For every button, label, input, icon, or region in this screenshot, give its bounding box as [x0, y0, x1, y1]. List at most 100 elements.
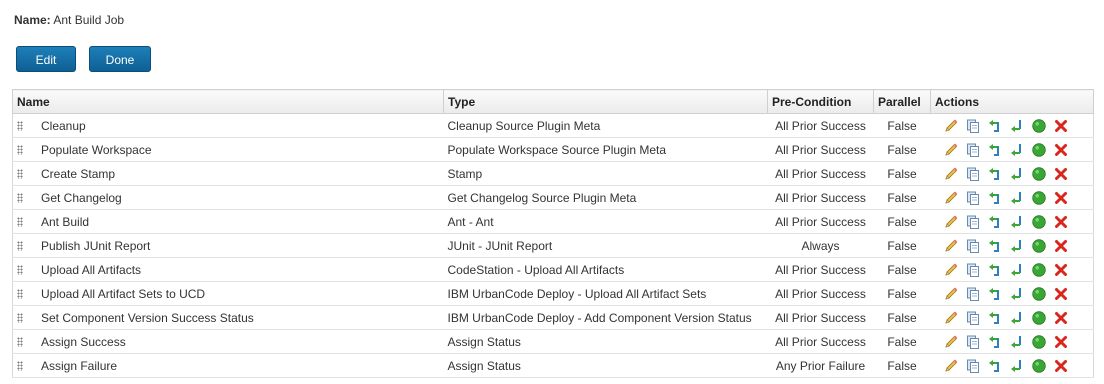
insert-before-icon[interactable] [987, 142, 1003, 158]
pencil-icon[interactable] [943, 334, 959, 350]
red-x-icon[interactable] [1053, 238, 1069, 254]
green-circle-icon[interactable] [1031, 238, 1047, 254]
insert-before-icon[interactable] [987, 286, 1003, 302]
insert-before-icon[interactable] [987, 118, 1003, 134]
red-x-icon[interactable] [1053, 286, 1069, 302]
drag-handle-icon[interactable] [17, 169, 23, 180]
green-circle-icon[interactable] [1031, 334, 1047, 350]
red-x-icon[interactable] [1053, 334, 1069, 350]
copy-icon[interactable] [965, 142, 981, 158]
insert-after-icon[interactable] [1009, 214, 1025, 230]
copy-icon[interactable] [965, 286, 981, 302]
step-name[interactable]: Assign Success [41, 335, 126, 349]
insert-after-icon[interactable] [1009, 118, 1025, 134]
copy-icon[interactable] [965, 118, 981, 134]
step-name[interactable]: Cleanup [41, 119, 86, 133]
insert-before-icon[interactable] [987, 238, 1003, 254]
step-name[interactable]: Upload All Artifact Sets to UCD [41, 287, 205, 301]
green-circle-icon[interactable] [1031, 190, 1047, 206]
step-name[interactable]: Create Stamp [41, 167, 115, 181]
step-name[interactable]: Populate Workspace [41, 143, 152, 157]
insert-before-icon[interactable] [987, 262, 1003, 278]
drag-handle-icon[interactable] [17, 121, 23, 132]
pencil-icon[interactable] [943, 238, 959, 254]
column-header-precondition[interactable]: Pre-Condition [767, 89, 874, 114]
drag-handle-icon[interactable] [17, 193, 23, 204]
pencil-icon[interactable] [943, 214, 959, 230]
step-actions [930, 257, 1094, 282]
step-type: Cleanup Source Plugin Meta [443, 113, 768, 138]
insert-after-icon[interactable] [1009, 334, 1025, 350]
insert-after-icon[interactable] [1009, 310, 1025, 326]
red-x-icon[interactable] [1053, 262, 1069, 278]
pencil-icon[interactable] [943, 310, 959, 326]
pencil-icon[interactable] [943, 262, 959, 278]
insert-after-icon[interactable] [1009, 286, 1025, 302]
red-x-icon[interactable] [1053, 310, 1069, 326]
drag-handle-icon[interactable] [17, 337, 23, 348]
insert-before-icon[interactable] [987, 358, 1003, 374]
column-header-name[interactable]: Name [12, 89, 444, 114]
insert-after-icon[interactable] [1009, 262, 1025, 278]
green-circle-icon[interactable] [1031, 358, 1047, 374]
red-x-icon[interactable] [1053, 142, 1069, 158]
copy-icon[interactable] [965, 166, 981, 182]
step-name[interactable]: Publish JUnit Report [41, 239, 150, 253]
insert-before-icon[interactable] [987, 310, 1003, 326]
copy-icon[interactable] [965, 334, 981, 350]
copy-icon[interactable] [965, 214, 981, 230]
red-x-icon[interactable] [1053, 166, 1069, 182]
pencil-icon[interactable] [943, 142, 959, 158]
step-type: IBM UrbanCode Deploy - Upload All Artifa… [443, 281, 768, 306]
copy-icon[interactable] [965, 262, 981, 278]
insert-after-icon[interactable] [1009, 358, 1025, 374]
drag-handle-icon[interactable] [17, 289, 23, 300]
drag-handle-icon[interactable] [17, 265, 23, 276]
green-circle-icon[interactable] [1031, 118, 1047, 134]
insert-after-icon[interactable] [1009, 190, 1025, 206]
green-circle-icon[interactable] [1031, 166, 1047, 182]
drag-handle-icon[interactable] [17, 313, 23, 324]
step-name[interactable]: Set Component Version Success Status [41, 311, 254, 325]
step-type: IBM UrbanCode Deploy - Add Component Ver… [443, 305, 768, 330]
red-x-icon[interactable] [1053, 358, 1069, 374]
insert-before-icon[interactable] [987, 334, 1003, 350]
insert-before-icon[interactable] [987, 166, 1003, 182]
red-x-icon[interactable] [1053, 118, 1069, 134]
column-header-type[interactable]: Type [443, 89, 768, 114]
insert-before-icon[interactable] [987, 190, 1003, 206]
insert-after-icon[interactable] [1009, 166, 1025, 182]
edit-button[interactable]: Edit [16, 46, 76, 72]
pencil-icon[interactable] [943, 118, 959, 134]
step-name[interactable]: Ant Build [41, 215, 89, 229]
copy-icon[interactable] [965, 238, 981, 254]
green-circle-icon[interactable] [1031, 214, 1047, 230]
insert-before-icon[interactable] [987, 214, 1003, 230]
green-circle-icon[interactable] [1031, 142, 1047, 158]
pencil-icon[interactable] [943, 166, 959, 182]
insert-after-icon[interactable] [1009, 238, 1025, 254]
drag-handle-icon[interactable] [17, 361, 23, 372]
copy-icon[interactable] [965, 190, 981, 206]
drag-handle-icon[interactable] [17, 241, 23, 252]
copy-icon[interactable] [965, 310, 981, 326]
step-parallel: False [873, 353, 931, 378]
step-name[interactable]: Get Changelog [41, 191, 122, 205]
red-x-icon[interactable] [1053, 214, 1069, 230]
done-button[interactable]: Done [89, 46, 151, 72]
insert-after-icon[interactable] [1009, 142, 1025, 158]
drag-handle-icon[interactable] [17, 145, 23, 156]
pencil-icon[interactable] [943, 190, 959, 206]
pencil-icon[interactable] [943, 286, 959, 302]
step-name[interactable]: Assign Failure [41, 359, 117, 373]
green-circle-icon[interactable] [1031, 310, 1047, 326]
red-x-icon[interactable] [1053, 190, 1069, 206]
step-name[interactable]: Upload All Artifacts [41, 263, 141, 277]
column-header-parallel[interactable]: Parallel [873, 89, 931, 114]
green-circle-icon[interactable] [1031, 286, 1047, 302]
green-circle-icon[interactable] [1031, 262, 1047, 278]
copy-icon[interactable] [965, 358, 981, 374]
table-row: Assign Failure Assign Status Any Prior Fai… [12, 353, 1094, 378]
pencil-icon[interactable] [943, 358, 959, 374]
drag-handle-icon[interactable] [17, 217, 23, 228]
